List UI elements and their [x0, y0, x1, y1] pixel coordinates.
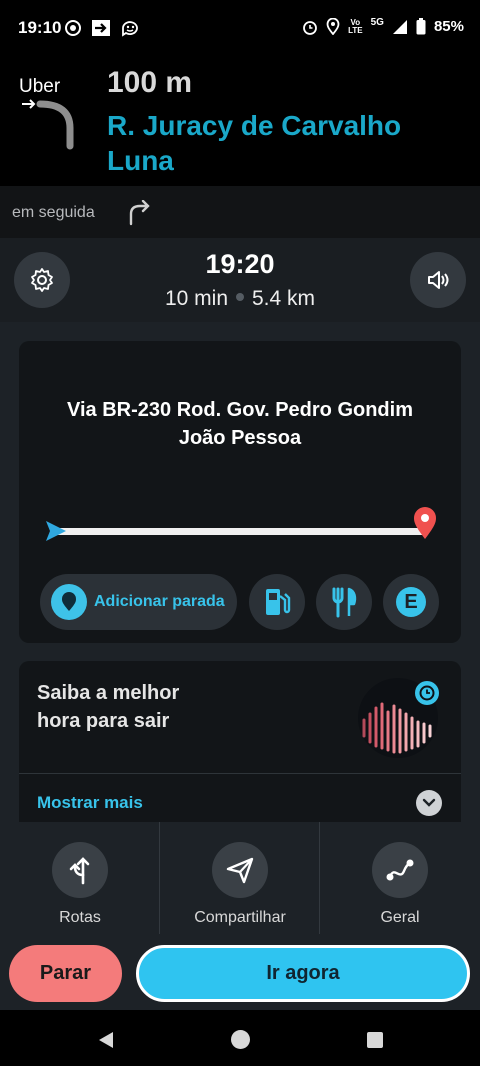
card-divider: [19, 773, 461, 774]
signal-icon: [392, 19, 407, 34]
tab-overview[interactable]: Geral: [320, 822, 480, 934]
departure-chart-icon: [358, 678, 439, 758]
chevron-down-icon[interactable]: [416, 790, 442, 816]
alarm-icon: [303, 20, 318, 35]
forward-arrow-icon: [92, 20, 110, 36]
sound-button[interactable]: [410, 252, 466, 308]
navigation-instruction[interactable]: Uber 100 m R. Juracy de Carvalho Luna: [0, 58, 480, 186]
route-title: Via BR-230 Rod. Gov. Pedro Gondim João P…: [0, 396, 480, 452]
street-name: R. Juracy de Carvalho Luna: [107, 110, 402, 176]
battery-icon: [416, 18, 426, 35]
go-now-button[interactable]: Ir agora: [136, 945, 470, 1002]
start-marker-icon: [46, 521, 66, 541]
gas-station-icon: [266, 589, 291, 615]
parking-icon: E: [396, 587, 426, 617]
add-stop-label: Adicionar parada: [94, 593, 225, 610]
tab-share[interactable]: Compartilhar: [160, 822, 320, 934]
best-time-line1: Saiba a melhor: [37, 682, 180, 704]
volte-indicator: Vo LTE: [348, 17, 363, 35]
status-time: 19:10: [18, 18, 62, 37]
turn-left-arrow-icon: [22, 99, 74, 150]
gas-station-button[interactable]: [249, 574, 305, 630]
waze-icon: [122, 21, 138, 37]
battery-level: 85%: [433, 18, 464, 35]
tab-routes[interactable]: Rotas: [0, 822, 160, 934]
turn-right-arrow-icon: [129, 200, 150, 226]
tab-routes-label: Rotas: [59, 909, 101, 926]
route-title-line2: João Pessoa: [178, 427, 302, 449]
speaker-icon: [428, 271, 449, 289]
add-stop-icon: [51, 584, 87, 620]
turn-distance: 100 m: [107, 66, 193, 99]
tab-share-label: Compartilhar: [194, 909, 286, 926]
trip-distance: 5.4 km: [252, 287, 316, 310]
routes-icon: [52, 842, 108, 898]
next-instruction-bar: em seguida: [0, 186, 480, 238]
send-icon: [212, 842, 268, 898]
route-progress-track: [52, 528, 426, 535]
add-stop-button[interactable]: Adicionar parada: [40, 574, 237, 630]
tab-overview-label: Geral: [380, 909, 420, 926]
separator-dot: [236, 293, 244, 302]
overview-path-icon: [372, 842, 428, 898]
arrival-time: 19:20: [205, 249, 275, 279]
best-time-line2: hora para sair: [37, 710, 170, 732]
parking-button[interactable]: E: [383, 574, 439, 630]
location-pin-icon: [326, 18, 340, 35]
network-type: 5G: [370, 16, 384, 28]
food-button[interactable]: [316, 574, 372, 630]
destination-pin-icon: [414, 507, 436, 539]
fork-knife-icon: [332, 587, 357, 618]
status-bar: 19:10 Vo LTE 5G 85%: [0, 0, 480, 58]
show-more-link[interactable]: Mostrar mais: [37, 793, 143, 813]
system-navigation-bar: [0, 1010, 480, 1066]
next-label: em seguida: [12, 204, 95, 221]
stop-button[interactable]: Parar: [9, 945, 122, 1002]
trip-duration: 10 min: [164, 287, 228, 310]
target-icon: [65, 20, 81, 36]
route-title-line1: Via BR-230 Rod. Gov. Pedro Gondim: [67, 399, 413, 421]
notification-icons: [64, 19, 140, 37]
best-time-title: Saiba a melhor hora para sair: [37, 679, 179, 735]
home-icon[interactable]: [230, 1029, 251, 1050]
recents-icon[interactable]: [366, 1031, 384, 1049]
trip-summary: 10 min 5.4 km: [0, 287, 480, 311]
status-right: Vo LTE 5G 85%: [302, 16, 464, 35]
parking-letter: E: [404, 590, 418, 613]
back-icon[interactable]: [96, 1030, 116, 1050]
